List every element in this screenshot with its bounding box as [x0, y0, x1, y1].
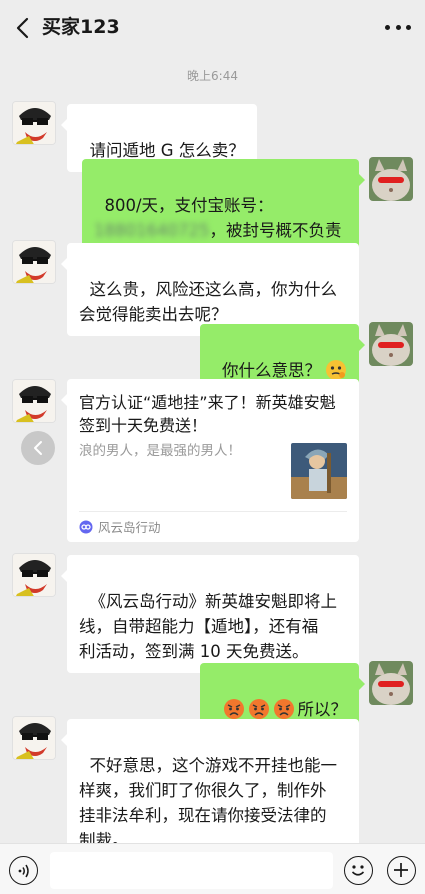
chat-header: 买家123 [0, 0, 425, 56]
message-text: 请问遁地 G 怎么卖？ [89, 141, 245, 160]
contact-avatar[interactable] [12, 101, 56, 145]
contact-avatar[interactable] [12, 379, 56, 423]
message-text: ，被封号概不负责 [209, 221, 342, 240]
angry-emoji-icon [223, 699, 244, 719]
back-icon[interactable] [10, 12, 34, 44]
card-title: 官方认证“遁地挂”来了！新英雄安魁签到十天免费送！ [79, 393, 336, 435]
contact-avatar[interactable] [12, 240, 56, 284]
voice-icon[interactable] [9, 856, 38, 885]
emoji-icon[interactable] [344, 856, 373, 885]
message-text: 《风云岛行动》新英雄安魁即将上 线，自带超能力【遁地】，还有福 利活动，签到满 … [79, 592, 337, 661]
self-avatar[interactable] [369, 157, 413, 201]
card-thumbnail [291, 443, 347, 499]
message-bubble[interactable]: 800/天，支付宝账号： 18801640725，被封号概不负责 [82, 159, 365, 252]
more-icon[interactable] [385, 18, 411, 36]
card-divider [79, 511, 347, 512]
thinking-emoji-icon [326, 360, 346, 380]
card-source-label: 风云岛行动 [98, 520, 161, 535]
input-bar [0, 843, 425, 894]
plus-icon[interactable] [387, 856, 416, 885]
link-card[interactable]: 官方认证“遁地挂”来了！新英雄安魁签到十天免费送！ 浪的男人，是最强的男人！ 风… [61, 379, 359, 542]
message-text: 这么贵，风险还这么高，你为什么 会觉得能卖出去呢？ [79, 280, 337, 324]
card-source: 风云岛行动 [79, 517, 161, 536]
message-text: 所以？ [297, 700, 348, 719]
angry-emoji-icon [273, 699, 294, 719]
self-avatar[interactable] [369, 322, 413, 366]
card-description: 浪的男人，是最强的男人！ [79, 443, 241, 459]
message-bubble[interactable]: 不好意思，这个游戏不开挂也能一 样爽，我们盯了你很久了，制作外 挂非法牟利，现在… [61, 719, 359, 862]
message-input[interactable] [50, 852, 333, 889]
message-bubble[interactable]: 这么贵，风险还这么高，你为什么 会觉得能卖出去呢？ [61, 243, 359, 336]
angry-emoji-icon [248, 699, 269, 719]
mini-program-icon [79, 520, 93, 533]
forward-icon[interactable] [21, 431, 55, 465]
message-timestamp: 晚上6:44 [187, 69, 238, 83]
contact-avatar[interactable] [12, 553, 56, 597]
message-text: 你什么意思？ [222, 361, 321, 380]
chat-title: 买家123 [42, 16, 120, 38]
message-text: 800/天，支付宝账号： [104, 196, 274, 215]
message-text: 不好意思，这个游戏不开挂也能一 样爽，我们盯了你很久了，制作外 挂非法牟利，现在… [79, 756, 337, 850]
redacted-account: 18801640725 [94, 221, 210, 240]
contact-avatar[interactable] [12, 716, 56, 760]
self-avatar[interactable] [369, 661, 413, 705]
message-bubble[interactable]: 《风云岛行动》新英雄安魁即将上 线，自带超能力【遁地】，还有福 利活动，签到满 … [61, 555, 359, 673]
